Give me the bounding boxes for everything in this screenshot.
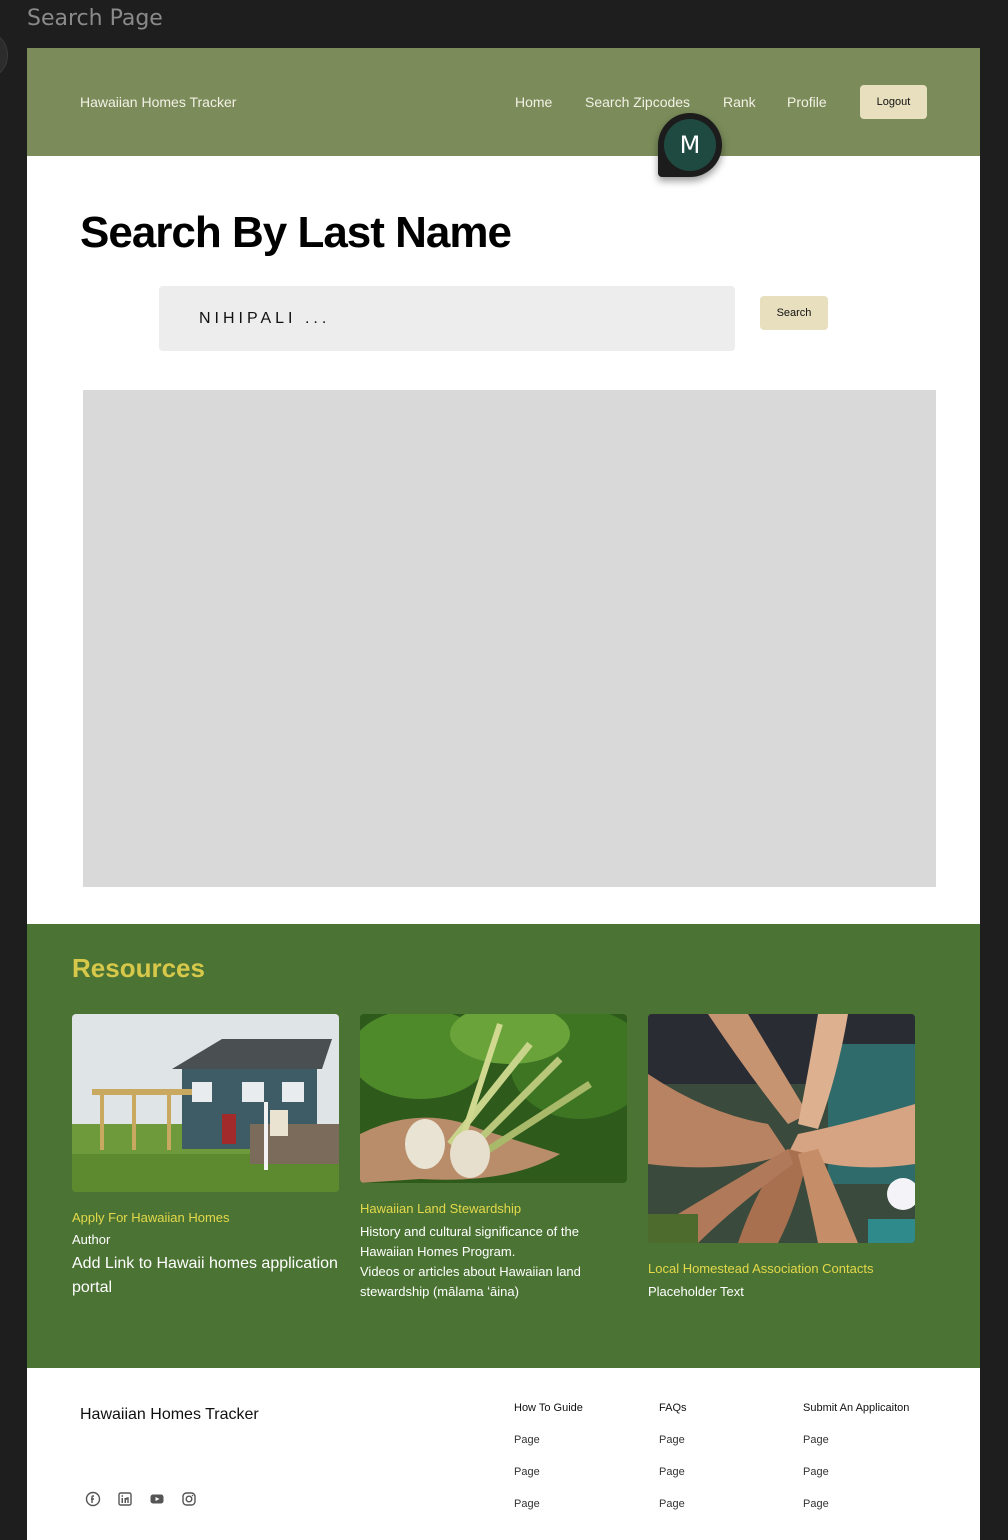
footer-link[interactable]: Page <box>803 1466 909 1498</box>
footer-link[interactable]: Page <box>514 1434 583 1466</box>
footer-link[interactable]: Page <box>659 1434 687 1466</box>
last-name-search-input[interactable]: NIHIPALI ... <box>159 286 735 351</box>
comment-bubble[interactable] <box>0 30 8 80</box>
footer-column-apply: Submit An Applicaiton Page Page Page <box>803 1402 909 1530</box>
footer-link[interactable]: Page <box>514 1466 583 1498</box>
resources-title: Resources <box>72 953 205 983</box>
top-nav-bar: Hawaiian Homes Tracker Home Search Zipco… <box>27 48 980 156</box>
hands-image <box>648 1014 915 1243</box>
avatar: M <box>664 119 716 171</box>
footer: Hawaiian Homes Tracker How To Guide Page… <box>27 1368 980 1540</box>
nav-search-zipcodes[interactable]: Search Zipcodes <box>585 94 690 110</box>
footer-link[interactable]: Page <box>659 1498 687 1530</box>
frame-title: Search Page <box>27 6 163 31</box>
page-title: Search By Last Name <box>80 208 512 257</box>
resource-link-stewardship[interactable]: Hawaiian Land Stewardship <box>360 1199 627 1219</box>
user-avatar-badge[interactable]: M <box>658 113 722 177</box>
search-button[interactable]: Search <box>760 296 828 330</box>
house-image <box>72 1014 339 1192</box>
resource-link-apply[interactable]: Apply For Hawaiian Homes <box>72 1208 339 1228</box>
logout-button[interactable]: Logout <box>860 85 927 119</box>
footer-column-faqs: FAQs Page Page Page <box>659 1402 687 1530</box>
resource-link-contacts[interactable]: Local Homestead Association Contacts <box>648 1259 915 1279</box>
footer-link[interactable]: Page <box>803 1434 909 1466</box>
linkedin-icon[interactable] <box>117 1491 133 1507</box>
footer-link[interactable]: Page <box>659 1466 687 1498</box>
search-results-area <box>83 390 936 887</box>
footer-heading: How To Guide <box>514 1402 583 1414</box>
footer-heading: Submit An Applicaiton <box>803 1402 910 1414</box>
nav-profile[interactable]: Profile <box>787 94 827 110</box>
footer-brand: Hawaiian Homes Tracker <box>80 1406 259 1423</box>
resource-placeholder: Placeholder Text <box>648 1284 744 1299</box>
page: Hawaiian Homes Tracker Home Search Zipco… <box>27 48 980 1540</box>
nav-rank[interactable]: Rank <box>723 94 756 110</box>
facebook-icon[interactable] <box>85 1491 101 1507</box>
footer-link[interactable]: Page <box>514 1498 583 1530</box>
nav-home[interactable]: Home <box>515 94 552 110</box>
instagram-icon[interactable] <box>181 1491 197 1507</box>
brand-logo[interactable]: Hawaiian Homes Tracker <box>80 94 236 110</box>
footer-column-guide: How To Guide Page Page Page <box>514 1402 583 1530</box>
resource-description: Add Link to Hawaii homes application por… <box>72 1255 338 1296</box>
taro-image <box>360 1014 627 1183</box>
youtube-icon[interactable] <box>149 1491 165 1507</box>
footer-heading: FAQs <box>659 1402 687 1414</box>
footer-link[interactable]: Page <box>803 1498 909 1530</box>
resource-description-videos: Videos or articles about Hawaiian land s… <box>360 1264 581 1299</box>
resources-section: Resources Apply For Hawaiian Homes Autho… <box>27 924 980 1368</box>
resource-author: Author <box>72 1232 111 1247</box>
resource-description-history: History and cultural significance of the… <box>360 1224 579 1259</box>
